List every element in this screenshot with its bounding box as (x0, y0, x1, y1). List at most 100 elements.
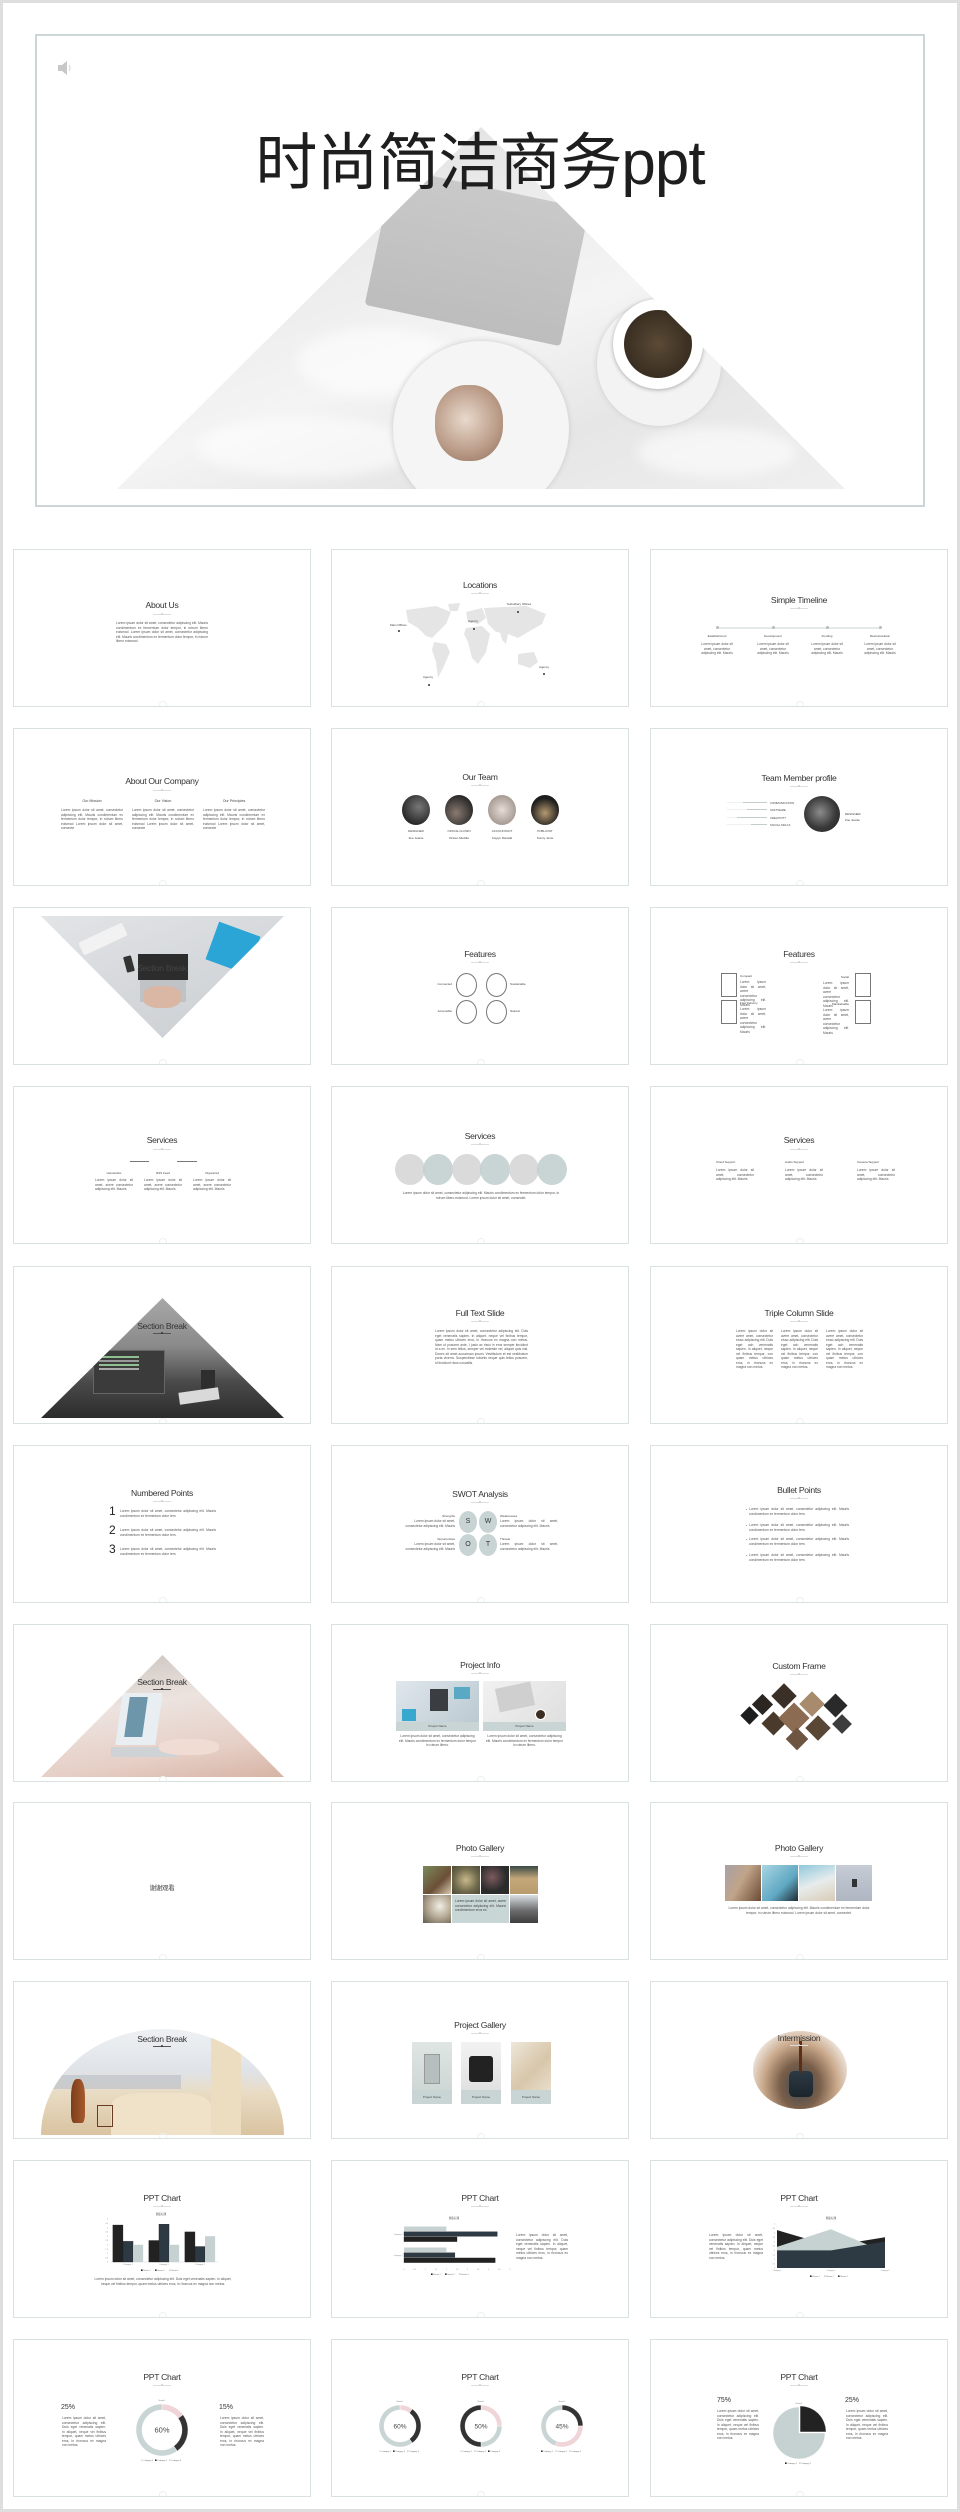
column-text: Lorem ipsum dolor sit avere amet, consec… (781, 1329, 818, 1369)
x-tick-label: 0.5 (413, 2269, 416, 2271)
project-text: Lorem ipsum dolor sit amet, consectetur … (485, 1734, 564, 1747)
service-line (130, 1161, 149, 1162)
slide-ppt-chart-area: PPT Chart Lorem ipsum dolor sit amet, co… (650, 2160, 948, 2318)
gallery-text: Lorem ipsum dolor sit amet, consectetur … (728, 1906, 870, 1915)
title-slide: 时尚简洁商务ppt (35, 34, 925, 507)
slide-section-break-4: Section Break (13, 1981, 311, 2139)
gallery-photo (762, 1865, 798, 1901)
slide-title: Our Team (462, 772, 498, 782)
stat-value: 75% (717, 2397, 732, 2404)
legend-label: Series 3 (461, 2274, 469, 2276)
title-divider (153, 2045, 171, 2047)
x-tick-label: 3 (467, 2269, 468, 2271)
legend-label: Category 1 (381, 2450, 392, 2453)
gallery-text-panel: Lorem ipsum dolor sit amet, avere consec… (452, 1895, 509, 1923)
feature-text: Lorem ipsum dolor sit amet, avere consec… (823, 1008, 849, 1035)
hands-photo (143, 986, 181, 1008)
title-divider (153, 789, 171, 791)
feature-box (855, 1000, 871, 1024)
slide-title: Section Break (137, 1321, 187, 1331)
slide-title: Section Break (137, 2034, 187, 2044)
skill-bar-track (727, 802, 767, 804)
service-circle (452, 1154, 482, 1185)
team-member-photo (445, 795, 473, 825)
slide-services-1: Services Humanistic RSS Feed Organized L… (13, 1086, 311, 1244)
bullet-text: Lorem ipsum dolor sit amet, consectetur … (749, 1537, 849, 1546)
profile-name: Zoe Jeanie (845, 818, 860, 822)
y-tick-label: 2 (107, 2245, 108, 2247)
pin-label: Subsidiary Offices (507, 602, 532, 606)
skill-bar-track (727, 817, 767, 819)
title-divider (790, 1855, 808, 1857)
skill-bar-track (727, 809, 767, 811)
laptop-photo (430, 1689, 448, 1711)
bullet-dot (746, 1539, 748, 1541)
device-photo (454, 1687, 470, 1699)
horizontal-bar-chart: 图表标题 Category 1 Category 2 0 0.5 1 1.5 2 2.5 3 3.5… (394, 2216, 511, 2276)
pin-label: Agency (468, 619, 479, 623)
footer-logo (152, 701, 172, 706)
footer-logo (152, 1418, 172, 1423)
x-tick-label: 4 (488, 2269, 489, 2271)
slide-title: Features (464, 949, 496, 959)
title-divider (153, 1332, 171, 1334)
slide-title: Simple Timeline (770, 595, 828, 605)
pie-slice (799, 2405, 827, 2433)
mosaic-tile (805, 1715, 831, 1741)
timeline-dot (879, 626, 882, 629)
blue-card-photo (402, 1709, 416, 1721)
donut-center-label: 60% (154, 2426, 169, 2435)
map-south-america (432, 642, 450, 678)
bullet-text: Lorem ipsum dolor sit amet, consectetur … (749, 1553, 849, 1562)
title-divider (153, 2205, 171, 2207)
team-member-name: Kaylyn Randall (491, 836, 512, 840)
presentation-title: 时尚简洁商务ppt (255, 129, 705, 198)
title-divider (153, 2384, 171, 2386)
footer-logo (152, 1059, 172, 1064)
project-card: Project Name (396, 1681, 479, 1731)
section-photo-triangle (41, 1298, 284, 1418)
x-tick-label: 1 (425, 2269, 426, 2271)
bar (404, 2226, 447, 2232)
profile-photo (804, 796, 840, 832)
coffee-photo (624, 310, 692, 378)
bullet-text: Lorem ipsum dolor sit amet, consectetur … (749, 1523, 849, 1532)
footer-logo (470, 2491, 490, 2496)
slide-title: Photo Gallery (774, 1843, 824, 1853)
service-text: Lorem ipsum dolor sit amet, consectetur … (402, 1191, 560, 1200)
slide-full-text: Full Text Slide Lorem ipsum dolor sit am… (331, 1266, 629, 1424)
speaker-icon[interactable] (55, 58, 75, 78)
skill-label: CREATIVITY (770, 816, 787, 820)
legend-label: Category 2 (801, 2462, 812, 2465)
project-card: Project Name (483, 1681, 566, 1731)
team-member-name: Zoe Jeanie (408, 836, 424, 840)
slide-title: About Our Company (125, 776, 199, 786)
title-divider (471, 1320, 489, 1322)
bar (404, 2247, 447, 2253)
timeline-line (717, 627, 880, 629)
slide-project-gallery: Project Gallery Project Name Project Nam… (331, 1981, 629, 2139)
feature-heading: Compact (740, 974, 753, 978)
pie-chart: Series 1 Category 1 Category 2 (772, 2402, 827, 2465)
code-lines-photo (99, 1356, 139, 1358)
title-divider (790, 1148, 808, 1150)
slide-features-boxes: Features Compact Social Fast Delivery Ma… (650, 907, 948, 1065)
y-tick-label: 3 (774, 2241, 775, 2243)
gallery-text: Lorem ipsum dolor sit amet, avere consec… (455, 1899, 506, 1912)
team-member-role: OFFICE CLOWN (447, 829, 471, 833)
swot-text: Lorem ipsum dolor sit amet, consectetur … (500, 1542, 558, 1551)
y-tick-label: 2 (774, 2250, 775, 2252)
section-photo-triangle (41, 1655, 284, 1777)
feature-label: Sustainable (510, 982, 526, 986)
legend-label: Category 3 (490, 2450, 501, 2453)
timeline-dot (716, 626, 719, 629)
typewriter-photo (469, 2056, 493, 2082)
location-pin (517, 611, 519, 613)
bullet-dot (746, 1509, 748, 1511)
slide-title: PPT Chart (461, 2193, 499, 2203)
y-tick-label: 1 (107, 2253, 108, 2255)
y-tick-label: 4 (774, 2233, 775, 2235)
project-caption: Project Name (396, 1722, 479, 1731)
column-chart: 图表标题 0 0.5 1 1.5 2 2.5 3 3.5 4 4.5 5 Category 1 Categ… (105, 2212, 218, 2272)
stat-value: 25% (61, 2404, 76, 2411)
